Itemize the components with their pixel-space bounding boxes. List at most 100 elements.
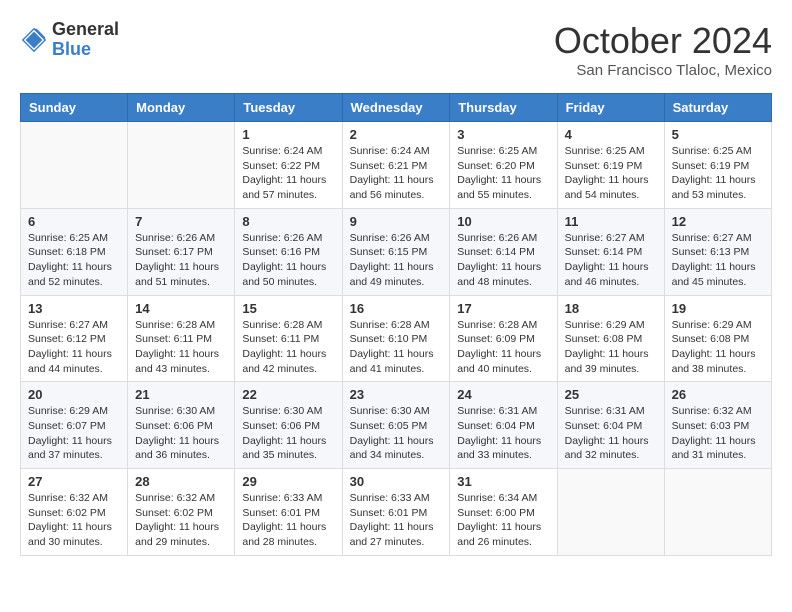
calendar-week-row: 13Sunrise: 6:27 AM Sunset: 6:12 PM Dayli… [21, 295, 772, 382]
weekday-header-wednesday: Wednesday [342, 94, 450, 122]
day-info: Sunrise: 6:33 AM Sunset: 6:01 PM Dayligh… [350, 491, 443, 550]
day-info: Sunrise: 6:31 AM Sunset: 6:04 PM Dayligh… [457, 404, 549, 463]
day-info: Sunrise: 6:25 AM Sunset: 6:18 PM Dayligh… [28, 231, 120, 290]
calendar-cell: 19 Sunrise: 6:29 AM Sunset: 6:08 PM Dayli… [664, 295, 771, 382]
day-info: Sunrise: 6:29 AM Sunset: 6:08 PM Dayligh… [565, 318, 657, 377]
logo-blue-text: Blue [52, 40, 119, 60]
day-info: Sunrise: 6:32 AM Sunset: 6:02 PM Dayligh… [28, 491, 120, 550]
calendar-cell: 14Sunrise: 6:28 AM Sunset: 6:11 PM Dayli… [128, 295, 235, 382]
day-number: 7 [135, 214, 227, 229]
calendar-week-row: 20Sunrise: 6:29 AM Sunset: 6:07 PM Dayli… [21, 382, 772, 469]
calendar-cell: 20Sunrise: 6:29 AM Sunset: 6:07 PM Dayli… [21, 382, 128, 469]
day-info: Sunrise: 6:25 AM Sunset: 6:20 PM Dayligh… [457, 144, 549, 203]
weekday-header-friday: Friday [557, 94, 664, 122]
logo-text: General Blue [52, 20, 119, 60]
calendar-week-row: 1 Sunrise: 6:24 AM Sunset: 6:22 PM Daylig… [21, 122, 772, 209]
day-number: 20 [28, 387, 120, 402]
calendar-cell: 23 Sunrise: 6:30 AM Sunset: 6:05 PM Dayli… [342, 382, 450, 469]
day-number: 23 [350, 387, 443, 402]
day-number: 26 [672, 387, 764, 402]
calendar-cell [21, 122, 128, 209]
day-info: Sunrise: 6:32 AM Sunset: 6:02 PM Dayligh… [135, 491, 227, 550]
day-info: Sunrise: 6:24 AM Sunset: 6:22 PM Dayligh… [242, 144, 334, 203]
day-number: 1 [242, 127, 334, 142]
calendar-cell: 7 Sunrise: 6:26 AM Sunset: 6:17 PM Daylig… [128, 208, 235, 295]
calendar-week-row: 6 Sunrise: 6:25 AM Sunset: 6:18 PM Daylig… [21, 208, 772, 295]
day-number: 24 [457, 387, 549, 402]
calendar-header: SundayMondayTuesdayWednesdayThursdayFrid… [21, 94, 772, 122]
calendar-cell: 2 Sunrise: 6:24 AM Sunset: 6:21 PM Daylig… [342, 122, 450, 209]
calendar-week-row: 27 Sunrise: 6:32 AM Sunset: 6:02 PM Dayli… [21, 469, 772, 556]
calendar-cell [557, 469, 664, 556]
day-number: 25 [565, 387, 657, 402]
day-number: 11 [565, 214, 657, 229]
day-info: Sunrise: 6:26 AM Sunset: 6:14 PM Dayligh… [457, 231, 549, 290]
calendar-cell: 12Sunrise: 6:27 AM Sunset: 6:13 PM Dayli… [664, 208, 771, 295]
day-info: Sunrise: 6:33 AM Sunset: 6:01 PM Dayligh… [242, 491, 334, 550]
day-info: Sunrise: 6:30 AM Sunset: 6:06 PM Dayligh… [242, 404, 334, 463]
weekday-header-row: SundayMondayTuesdayWednesdayThursdayFrid… [21, 94, 772, 122]
day-info: Sunrise: 6:26 AM Sunset: 6:15 PM Dayligh… [350, 231, 443, 290]
day-number: 10 [457, 214, 549, 229]
day-info: Sunrise: 6:29 AM Sunset: 6:08 PM Dayligh… [672, 318, 764, 377]
day-number: 19 [672, 301, 764, 316]
day-info: Sunrise: 6:30 AM Sunset: 6:06 PM Dayligh… [135, 404, 227, 463]
day-number: 29 [242, 474, 334, 489]
title-section: October 2024 San Francisco Tlaloc, Mexic… [554, 20, 772, 79]
day-info: Sunrise: 6:28 AM Sunset: 6:11 PM Dayligh… [242, 318, 334, 377]
day-number: 30 [350, 474, 443, 489]
day-info: Sunrise: 6:30 AM Sunset: 6:05 PM Dayligh… [350, 404, 443, 463]
day-info: Sunrise: 6:25 AM Sunset: 6:19 PM Dayligh… [672, 144, 764, 203]
calendar-cell: 22 Sunrise: 6:30 AM Sunset: 6:06 PM Dayli… [235, 382, 342, 469]
calendar-cell: 30 Sunrise: 6:33 AM Sunset: 6:01 PM Dayli… [342, 469, 450, 556]
calendar-cell: 28Sunrise: 6:32 AM Sunset: 6:02 PM Dayli… [128, 469, 235, 556]
day-number: 9 [350, 214, 443, 229]
weekday-header-saturday: Saturday [664, 94, 771, 122]
calendar-cell: 1 Sunrise: 6:24 AM Sunset: 6:22 PM Daylig… [235, 122, 342, 209]
calendar-cell: 18 Sunrise: 6:29 AM Sunset: 6:08 PM Dayli… [557, 295, 664, 382]
page: General Blue October 2024 San Francisco … [0, 0, 792, 576]
weekday-header-tuesday: Tuesday [235, 94, 342, 122]
calendar-cell: 5 Sunrise: 6:25 AM Sunset: 6:19 PM Daylig… [664, 122, 771, 209]
day-info: Sunrise: 6:28 AM Sunset: 6:09 PM Dayligh… [457, 318, 549, 377]
day-info: Sunrise: 6:28 AM Sunset: 6:10 PM Dayligh… [350, 318, 443, 377]
day-number: 3 [457, 127, 549, 142]
logo-general-text: General [52, 20, 119, 40]
calendar-table: SundayMondayTuesdayWednesdayThursdayFrid… [20, 93, 772, 556]
day-info: Sunrise: 6:32 AM Sunset: 6:03 PM Dayligh… [672, 404, 764, 463]
calendar-cell: 27 Sunrise: 6:32 AM Sunset: 6:02 PM Dayli… [21, 469, 128, 556]
calendar-cell: 21 Sunrise: 6:30 AM Sunset: 6:06 PM Dayli… [128, 382, 235, 469]
calendar-cell: 9 Sunrise: 6:26 AM Sunset: 6:15 PM Daylig… [342, 208, 450, 295]
day-info: Sunrise: 6:26 AM Sunset: 6:16 PM Dayligh… [242, 231, 334, 290]
calendar-cell: 3 Sunrise: 6:25 AM Sunset: 6:20 PM Daylig… [450, 122, 557, 209]
day-number: 22 [242, 387, 334, 402]
logo-icon [20, 26, 48, 54]
weekday-header-monday: Monday [128, 94, 235, 122]
month-title: October 2024 [554, 20, 772, 62]
calendar-cell: 17Sunrise: 6:28 AM Sunset: 6:09 PM Dayli… [450, 295, 557, 382]
day-info: Sunrise: 6:25 AM Sunset: 6:19 PM Dayligh… [565, 144, 657, 203]
calendar-cell [128, 122, 235, 209]
calendar-cell: 24 Sunrise: 6:31 AM Sunset: 6:04 PM Dayli… [450, 382, 557, 469]
calendar-cell [664, 469, 771, 556]
day-info: Sunrise: 6:34 AM Sunset: 6:00 PM Dayligh… [457, 491, 549, 550]
weekday-header-sunday: Sunday [21, 94, 128, 122]
day-number: 18 [565, 301, 657, 316]
day-number: 27 [28, 474, 120, 489]
calendar-cell: 8Sunrise: 6:26 AM Sunset: 6:16 PM Daylig… [235, 208, 342, 295]
calendar-cell: 31 Sunrise: 6:34 AM Sunset: 6:00 PM Dayli… [450, 469, 557, 556]
day-number: 2 [350, 127, 443, 142]
day-info: Sunrise: 6:24 AM Sunset: 6:21 PM Dayligh… [350, 144, 443, 203]
day-number: 31 [457, 474, 549, 489]
calendar-cell: 26 Sunrise: 6:32 AM Sunset: 6:03 PM Dayli… [664, 382, 771, 469]
weekday-header-thursday: Thursday [450, 94, 557, 122]
day-number: 6 [28, 214, 120, 229]
day-number: 5 [672, 127, 764, 142]
day-info: Sunrise: 6:27 AM Sunset: 6:14 PM Dayligh… [565, 231, 657, 290]
day-info: Sunrise: 6:26 AM Sunset: 6:17 PM Dayligh… [135, 231, 227, 290]
day-number: 21 [135, 387, 227, 402]
day-info: Sunrise: 6:27 AM Sunset: 6:12 PM Dayligh… [28, 318, 120, 377]
logo: General Blue [20, 20, 119, 60]
day-number: 16 [350, 301, 443, 316]
calendar-cell: 15Sunrise: 6:28 AM Sunset: 6:11 PM Dayli… [235, 295, 342, 382]
